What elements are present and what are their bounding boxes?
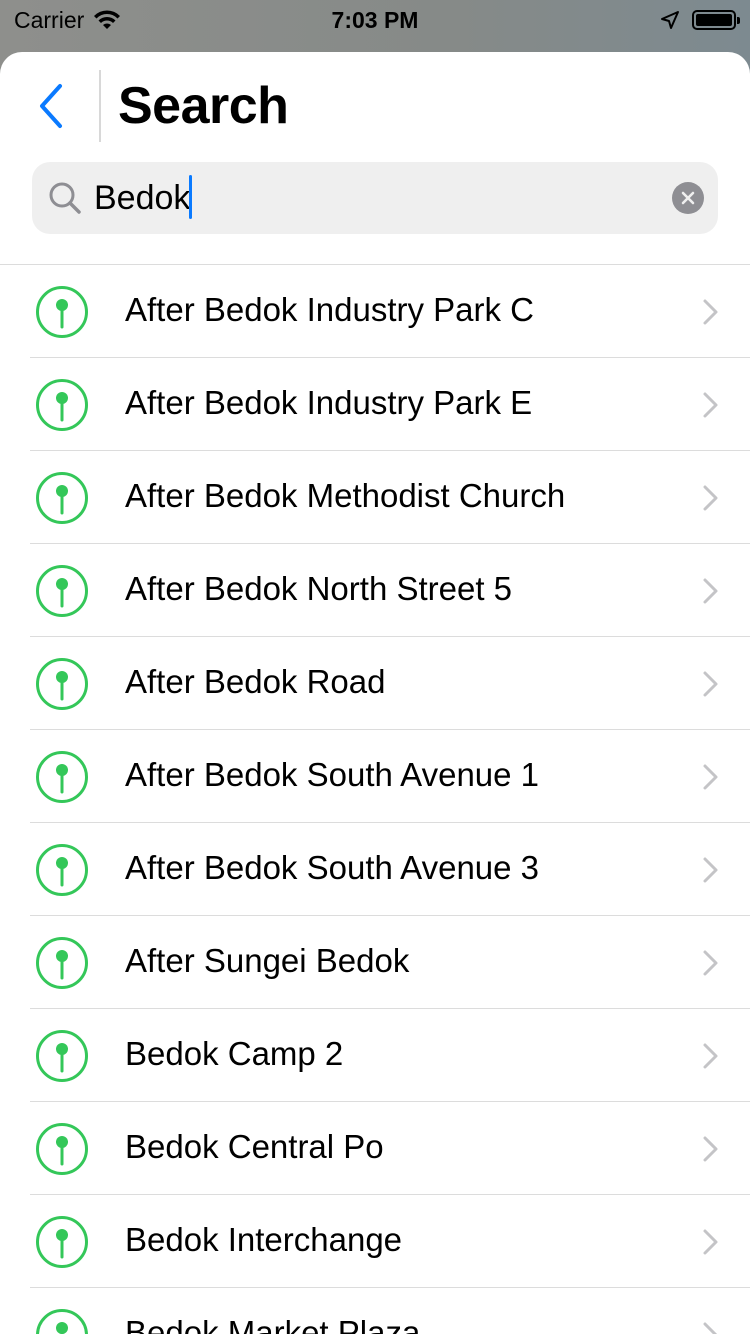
map-pin-icon — [36, 1123, 88, 1175]
result-label: After Bedok North Street 5 — [125, 570, 513, 607]
result-label: After Bedok South Avenue 1 — [125, 756, 540, 793]
chevron-right-icon — [703, 1229, 718, 1255]
result-row[interactable]: Bedok Central Po — [0, 1102, 750, 1195]
map-pin-icon — [36, 844, 88, 896]
result-label: After Bedok Methodist Church — [125, 477, 566, 514]
carrier-label: Carrier — [14, 6, 85, 33]
result-label: Bedok Central Po — [125, 1128, 384, 1165]
chevron-right-icon — [703, 392, 718, 418]
chevron-right-icon — [703, 950, 718, 976]
status-bar: Carrier 7:03 PM — [0, 0, 750, 40]
result-label: Bedok Interchange — [125, 1221, 403, 1258]
map-pin-icon — [36, 1216, 88, 1268]
search-bar[interactable] — [32, 162, 718, 234]
status-right — [660, 10, 740, 30]
header-divider — [99, 70, 101, 142]
result-row[interactable]: Bedok Market Plaza — [0, 1288, 750, 1334]
map-pin-icon — [36, 751, 88, 803]
map-pin-icon — [36, 379, 88, 431]
search-input[interactable] — [94, 174, 674, 222]
result-label: Bedok Camp 2 — [125, 1035, 344, 1072]
battery-level — [696, 14, 732, 26]
map-pin-icon — [36, 1309, 88, 1334]
result-row[interactable]: Bedok Camp 2 — [0, 1009, 750, 1102]
result-label: After Sungei Bedok — [125, 942, 410, 979]
map-pin-icon — [36, 937, 88, 989]
chevron-right-icon — [703, 299, 718, 325]
result-row[interactable]: After Sungei Bedok — [0, 916, 750, 1009]
map-pin-icon — [36, 286, 88, 338]
result-label: After Bedok South Avenue 3 — [125, 849, 540, 886]
map-pin-icon — [36, 565, 88, 617]
clear-search-button[interactable] — [672, 182, 704, 214]
chevron-right-icon — [703, 764, 718, 790]
map-pin-icon — [36, 472, 88, 524]
search-icon — [49, 182, 81, 214]
result-label: After Bedok Industry Park E — [125, 384, 533, 421]
back-button[interactable] — [26, 78, 76, 134]
location-arrow-icon — [661, 11, 679, 29]
result-row[interactable]: After Bedok Methodist Church — [0, 451, 750, 544]
header: Search — [0, 52, 750, 162]
result-row[interactable]: After Bedok Industry Park C — [0, 265, 750, 358]
status-left: Carrier — [14, 7, 122, 34]
result-label: After Bedok Road — [125, 663, 386, 700]
page-title: Search — [118, 77, 289, 135]
chevron-right-icon — [703, 1322, 718, 1334]
chevron-right-icon — [703, 1136, 718, 1162]
chevron-left-icon — [40, 84, 62, 128]
result-label: After Bedok Industry Park C — [125, 291, 535, 328]
result-list: After Bedok Industry Park C After Bedok … — [0, 265, 750, 1334]
chevron-right-icon — [703, 857, 718, 883]
screen: Carrier 7:03 PM Search Bedok After Bedok… — [0, 0, 750, 1334]
text-caret — [189, 175, 192, 219]
battery-icon — [692, 10, 740, 30]
chevron-right-icon — [703, 671, 718, 697]
result-row[interactable]: After Bedok Industry Park E — [0, 358, 750, 451]
result-row[interactable]: Bedok Interchange — [0, 1195, 750, 1288]
result-row[interactable]: After Bedok South Avenue 3 — [0, 823, 750, 916]
search-sheet: Search Bedok After Bedok Industry Park C… — [0, 52, 750, 1334]
chevron-right-icon — [703, 1043, 718, 1069]
result-row[interactable]: After Bedok North Street 5 — [0, 544, 750, 637]
chevron-right-icon — [703, 578, 718, 604]
result-row[interactable]: After Bedok Road — [0, 637, 750, 730]
map-pin-icon — [36, 658, 88, 710]
chevron-right-icon — [703, 485, 718, 511]
wifi-icon — [94, 10, 121, 29]
result-row[interactable]: After Bedok South Avenue 1 — [0, 730, 750, 823]
close-icon — [681, 191, 695, 205]
result-label: Bedok Market Plaza — [125, 1314, 421, 1334]
map-pin-icon — [36, 1030, 88, 1082]
